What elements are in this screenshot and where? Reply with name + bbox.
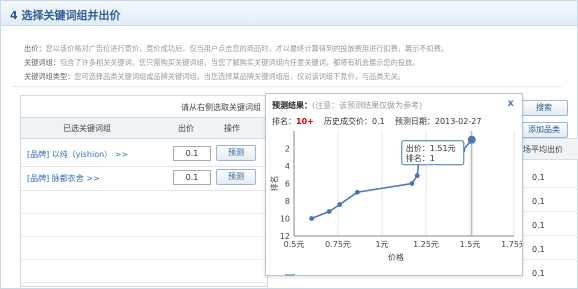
x-axis-label: 价格 xyxy=(388,252,404,262)
bid-rank-chart: 0.5元 0.75元 1元 1.25元 1.5元 1.75元 2 4 6 8 10 12 排名价格 出价：… xyxy=(269,131,522,262)
tooltip-rank: 排名：1 xyxy=(406,153,435,163)
market-header: 市场平均出价 xyxy=(515,138,578,160)
y-tick-label: 4 xyxy=(285,162,290,171)
market-value: 0.1 xyxy=(532,269,545,278)
data-point xyxy=(326,209,332,214)
data-point xyxy=(414,173,420,179)
x-tick-label: 1元 xyxy=(375,240,388,249)
x-tick-label: 1.25元 xyxy=(413,240,439,249)
market-value: 0.1 xyxy=(532,245,545,254)
predict-button[interactable]: 预测 xyxy=(216,169,256,185)
selected-keywords-panel: 请从右侧选取关键词组 已选关键词组 出价 操作 [品牌] 以纯（yishion）… xyxy=(20,95,268,287)
help-keyword-type: 关键词组类型：您可选择品类关键词组或品牌关键词组，当您选择某品牌关键词组后，仅对… xyxy=(24,72,405,81)
y-tick-label: 8 xyxy=(285,197,290,206)
market-value: 0.1 xyxy=(532,221,545,230)
data-point xyxy=(354,189,360,195)
column-keyword: 已选关键词组 xyxy=(63,124,111,133)
column-bid: 出价 xyxy=(178,124,194,133)
section-header: 4 选择关键词组并出价 xyxy=(1,1,577,26)
section-title: 4 选择关键词组并出价 xyxy=(10,9,121,22)
x-tick-label: 1.5元 xyxy=(460,240,481,249)
x-tick-label: 0.75元 xyxy=(325,240,351,249)
column-action: 操作 xyxy=(224,124,240,133)
empty-row xyxy=(21,191,267,214)
market-value: 0.1 xyxy=(532,173,545,182)
row-divider xyxy=(520,235,578,236)
row-divider xyxy=(520,211,578,212)
keyword-link[interactable]: [品牌] 以纯（yishion） >> xyxy=(27,149,128,160)
keyword-link[interactable]: [品牌] 脉都衣舍 >> xyxy=(27,173,100,184)
row-divider xyxy=(520,187,578,188)
x-tick-label: 1.75元 xyxy=(501,240,522,249)
keyword-market-panel: 搜索 添加品类 市场平均出价 0.1 0.1 0.1 0.1 0.1 xyxy=(515,95,578,285)
y-tick-label: 10 xyxy=(280,215,290,224)
prediction-popup: 预测结果：(注意：该预测结果仅做为参考) x 排名：10+ 历史成交价：0.1 … xyxy=(265,93,523,276)
data-point xyxy=(467,135,476,144)
empty-row xyxy=(21,237,267,260)
help-bid: 出价：您以该价格对广告位进行竞价，竞价成功后，仅当用户点击您的商品时，才以最终计… xyxy=(24,44,449,53)
empty-row xyxy=(21,214,267,237)
select-hint: 请从右侧选取关键词组 xyxy=(181,103,261,112)
y-tick-label: 6 xyxy=(285,180,290,189)
predict-button[interactable]: 预测 xyxy=(216,145,256,161)
tooltip-price: 出价：1.51元 xyxy=(406,143,456,153)
scroll-indicator xyxy=(285,274,295,276)
data-point xyxy=(409,181,415,186)
selected-keywords-header: 已选关键词组 出价 操作 xyxy=(21,117,267,139)
market-value: 0.1 xyxy=(532,197,545,206)
y-tick-label: 2 xyxy=(285,145,290,154)
search-button[interactable]: 搜索 xyxy=(520,100,568,116)
table-row: [品牌] 脉都衣舍 >> 预测 xyxy=(21,166,267,191)
row-divider xyxy=(520,259,578,260)
data-point xyxy=(337,202,343,207)
y-tick-label: 12 xyxy=(280,232,290,241)
table-row: [品牌] 以纯（yishion） >> 预测 xyxy=(21,142,267,167)
add-category-button[interactable]: 添加品类 xyxy=(520,122,568,138)
x-tick-label: 0.5元 xyxy=(284,240,305,249)
bid-input[interactable] xyxy=(173,146,211,161)
help-keyword-group: 关键词组：包含了许多相关关键词，您只需购买关键词组，当您了解购买关键词组内任意关… xyxy=(24,58,420,67)
empty-row xyxy=(21,260,267,283)
data-point xyxy=(309,216,314,221)
y-axis-label: 排名 xyxy=(269,176,279,192)
bid-input[interactable] xyxy=(173,170,211,185)
help-text-block: 出价：您以该价格对广告位进行竞价，竞价成功后，仅当用户点击您的商品时，才以最终计… xyxy=(14,36,562,87)
